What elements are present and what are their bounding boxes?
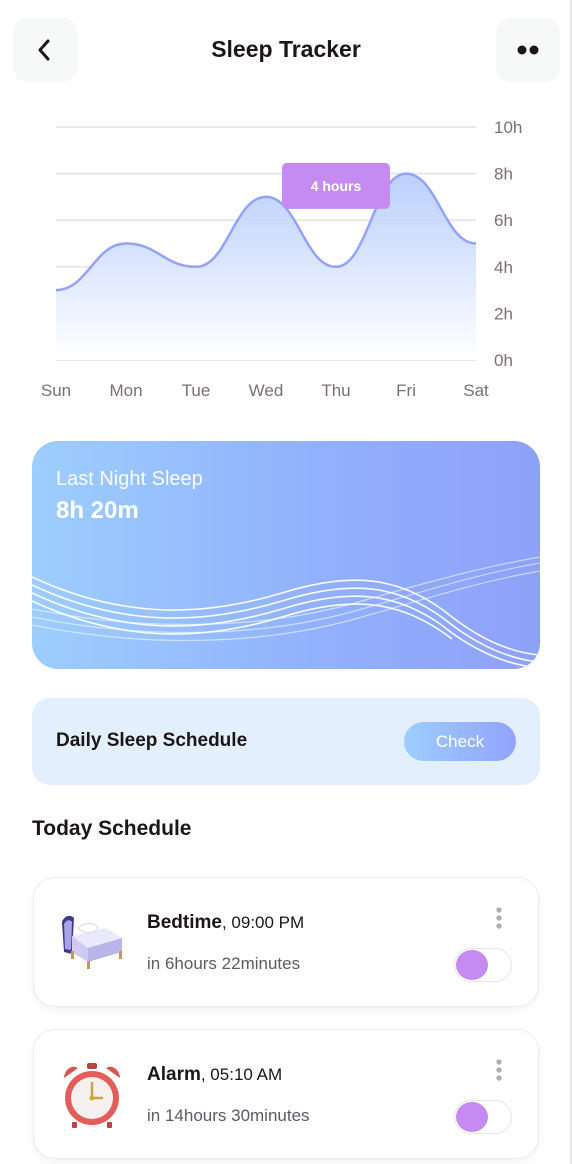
more-options-button[interactable] (496, 18, 560, 82)
page-title: Sleep Tracker (211, 36, 361, 62)
sleep-area-fill (56, 173, 476, 360)
alarm-name: Alarm (147, 1064, 201, 1085)
daily-sleep-schedule-title: Daily Sleep Schedule (56, 730, 248, 751)
x-tick-label: Fri (396, 381, 416, 400)
schedule-card-bedtime[interactable]: Bedtime, 09:00 PM in 6hours 22minutes (33, 877, 539, 1007)
more-vertical-icon[interactable] (492, 1058, 506, 1082)
x-tick-label: Mon (109, 381, 142, 400)
bed-icon (62, 915, 122, 969)
alarm-clock-icon (64, 1063, 120, 1128)
y-tick-label: 4h (494, 258, 513, 277)
bedtime-toggle[interactable] (454, 948, 512, 982)
chart-tooltip-label: 4 hours (311, 178, 362, 194)
alarm-time: , 05:10 AM (200, 1065, 283, 1084)
bedtime-remaining: in 6hours 22minutes (147, 954, 301, 973)
y-tick-label: 0h (494, 351, 513, 370)
more-dots-icon (517, 45, 539, 55)
last-night-label: Last Night Sleep (56, 468, 203, 490)
toggle-knob (456, 950, 488, 980)
x-tick-label: Sun (41, 381, 71, 400)
bedtime-time: , 09:00 PM (221, 913, 305, 932)
alarm-name-row: Alarm, 05:10 AM (147, 1064, 282, 1086)
toggle-knob (456, 1102, 488, 1132)
alarm-toggle[interactable] (454, 1100, 512, 1134)
today-schedule-title: Today Schedule (32, 817, 192, 840)
sleep-chart: 0h 2h 4h 6h 8h 10h Sun Mon Tue Wed Thu Fri Sat 4 ho… (41, 118, 523, 400)
daily-sleep-schedule-card: Daily Sleep Schedule Check (32, 698, 540, 785)
y-tick-label: 6h (494, 211, 513, 230)
last-night-sleep-card[interactable]: Last Night Sleep 8h 20m (32, 441, 540, 669)
x-tick-label: Tue (182, 381, 211, 400)
check-button[interactable]: Check (404, 722, 516, 761)
x-tick-label: Wed (249, 381, 284, 400)
y-tick-label: 2h (494, 304, 513, 323)
bedtime-name: Bedtime (147, 912, 222, 933)
x-tick-label: Thu (321, 381, 350, 400)
bedtime-name-row: Bedtime, 09:00 PM (147, 912, 304, 934)
more-vertical-icon[interactable] (492, 906, 506, 930)
chart-tooltip: 4 hours (282, 162, 390, 209)
x-tick-label: Sat (463, 381, 489, 400)
last-night-value: 8h 20m (56, 497, 139, 524)
y-tick-label: 10h (494, 118, 522, 137)
alarm-remaining: in 14hours 30minutes (147, 1106, 310, 1125)
schedule-card-alarm[interactable]: Alarm, 05:10 AM in 14hours 30minutes (33, 1029, 539, 1159)
y-tick-label: 8h (494, 165, 513, 184)
